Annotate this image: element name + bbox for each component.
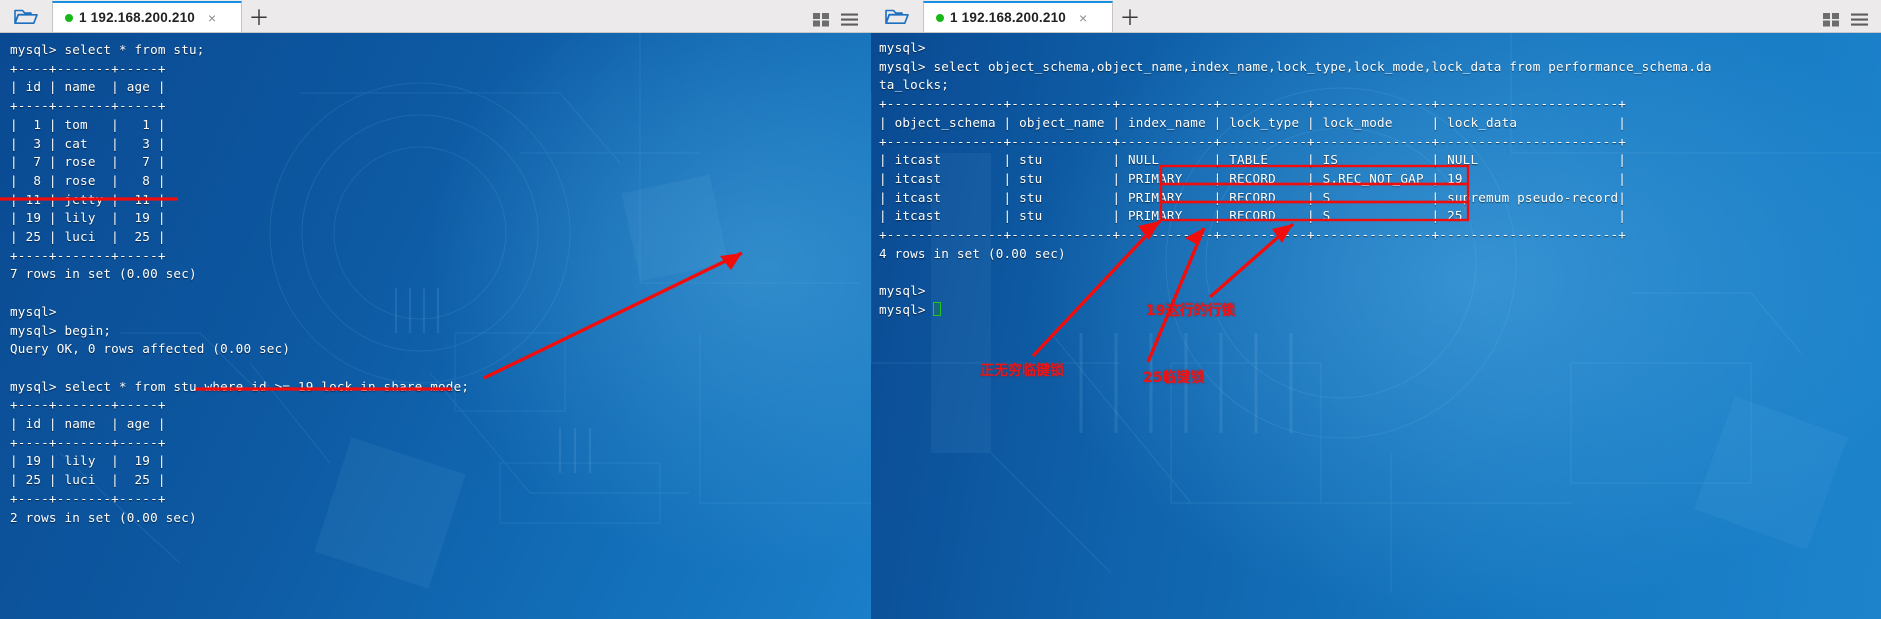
tab-label: 1 192.168.200.210: [79, 10, 196, 25]
right-terminal-surface[interactable]: mysql> mysql> select object_schema,objec…: [871, 33, 1881, 619]
close-icon[interactable]: ×: [205, 11, 219, 25]
folder-open-icon[interactable]: [871, 0, 923, 32]
right-toolbar-actions: [1822, 11, 1881, 32]
left-terminal-surface[interactable]: mysql> select * from stu; +----+-------+…: [0, 33, 871, 619]
tab-label: 1 192.168.200.210: [950, 10, 1067, 25]
right-terminal-window: 1 192.168.200.210 × ＋ mysql> mysql> sele…: [871, 0, 1881, 619]
new-tab-button[interactable]: ＋: [242, 1, 276, 32]
connection-status-dot: [936, 13, 944, 22]
left-tab-192-168-200-210[interactable]: 1 192.168.200.210 ×: [52, 1, 242, 32]
connection-status-dot: [65, 13, 73, 22]
hamburger-menu-icon[interactable]: [840, 11, 859, 28]
close-icon[interactable]: ×: [1076, 11, 1090, 25]
left-terminal-window: 1 192.168.200.210 × ＋ mysql> select * fr…: [0, 0, 871, 619]
left-toolbar-actions: [812, 11, 871, 32]
grid-view-icon[interactable]: [812, 11, 831, 28]
terminal-cursor: [933, 301, 942, 316]
right-console-output: mysql> mysql> select object_schema,objec…: [871, 33, 1712, 320]
right-tab-192-168-200-210[interactable]: 1 192.168.200.210 ×: [923, 1, 1113, 32]
right-console-text: mysql> mysql> select object_schema,objec…: [879, 40, 1712, 317]
left-console-output: mysql> select * from stu; +----+-------+…: [10, 42, 470, 525]
new-tab-button[interactable]: ＋: [1113, 1, 1147, 32]
hamburger-menu-icon[interactable]: [1850, 11, 1869, 28]
dual-terminal-screenshot: 1 192.168.200.210 × ＋ mysql> select * fr…: [0, 0, 1881, 619]
grid-view-icon[interactable]: [1822, 11, 1841, 28]
right-tab-bar: 1 192.168.200.210 × ＋: [871, 0, 1881, 33]
left-tab-bar: 1 192.168.200.210 × ＋: [0, 0, 871, 33]
folder-open-icon[interactable]: [0, 0, 52, 32]
